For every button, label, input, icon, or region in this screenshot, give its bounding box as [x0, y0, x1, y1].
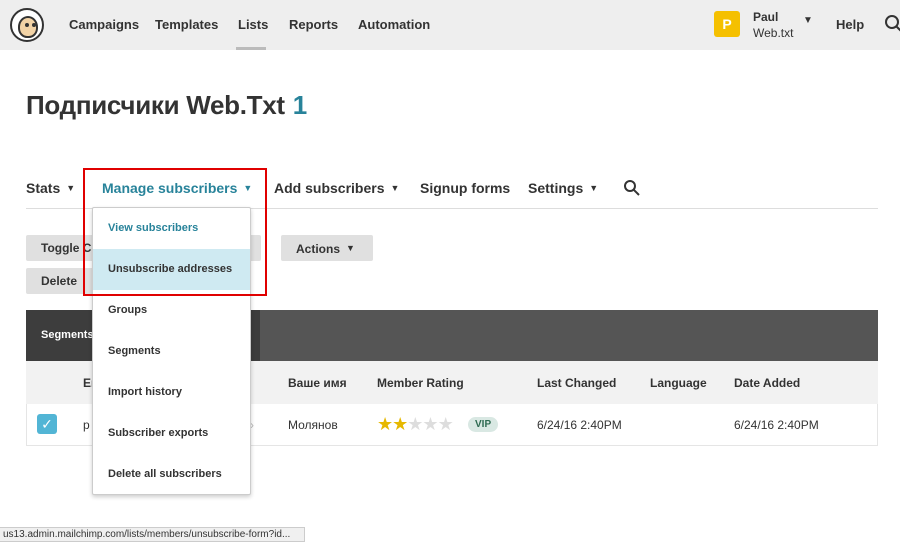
nav-lists[interactable]: Lists — [238, 17, 268, 32]
page-title: Подписчики Web.Txt 1 — [26, 90, 307, 121]
nav-active-indicator — [236, 47, 266, 50]
member-rating-stars: ★★★★★ — [377, 414, 454, 434]
menu-item-delete-all-subscribers[interactable]: Delete all subscribers — [93, 454, 250, 495]
subnav-settings[interactable]: Settings ▼ — [528, 180, 598, 196]
help-link[interactable]: Help — [836, 17, 864, 32]
actions-button[interactable]: Actions ▼ — [281, 235, 373, 261]
chevron-down-icon: ▼ — [390, 183, 400, 193]
segments-label[interactable]: Segments — [41, 329, 94, 341]
actions-label: Actions — [296, 242, 341, 256]
chevron-down-icon: ▼ — [66, 183, 76, 193]
nav-reports[interactable]: Reports — [289, 17, 338, 32]
menu-item-groups[interactable]: Groups — [93, 290, 250, 331]
subnav-signup-forms[interactable]: Signup forms — [420, 180, 510, 196]
subscriber-count: 1 — [292, 90, 307, 120]
menu-item-subscriber-exports[interactable]: Subscriber exports — [93, 413, 250, 454]
chevron-down-icon: ▼ — [589, 183, 599, 193]
star-empty-icon: ★ — [407, 414, 423, 434]
subnav-stats-label: Stats — [26, 180, 61, 196]
row-name: Молянов — [288, 418, 338, 432]
chevron-down-icon: ▼ — [346, 243, 355, 253]
manage-subscribers-menu: View subscribers Unsubscribe addresses G… — [92, 207, 251, 495]
subnav-manage-label: Manage subscribers — [102, 180, 238, 196]
mailchimp-logo-icon[interactable] — [10, 8, 44, 42]
menu-item-unsubscribe-addresses[interactable]: Unsubscribe addresses — [93, 249, 250, 290]
top-navigation-bar: Campaigns Templates Lists Reports Automa… — [0, 0, 900, 50]
nav-automation[interactable]: Automation — [358, 17, 430, 32]
row-checkbox[interactable]: ✓ — [37, 414, 57, 434]
menu-item-view-subscribers[interactable]: View subscribers — [93, 208, 250, 249]
chevron-down-icon: ▼ — [243, 183, 253, 193]
row-last-changed: 6/24/16 2:40PM — [537, 418, 622, 432]
subnav-add-subscribers[interactable]: Add subscribers ▼ — [274, 180, 399, 196]
browser-status-url: us13.admin.mailchimp.com/lists/members/u… — [0, 527, 305, 542]
row-email[interactable]: p — [83, 418, 90, 432]
column-date-added[interactable]: Date Added — [734, 376, 800, 390]
delete-button[interactable]: Delete — [26, 268, 96, 294]
user-account[interactable]: Web.txt — [753, 26, 793, 40]
subnav-add-label: Add subscribers — [274, 180, 385, 196]
star-empty-icon: ★ — [422, 414, 438, 434]
row-date-added: 6/24/16 2:40PM — [734, 418, 819, 432]
menu-item-import-history[interactable]: Import history — [93, 372, 250, 413]
star-empty-icon: ★ — [437, 414, 454, 434]
search-icon[interactable] — [623, 179, 641, 197]
column-member-rating[interactable]: Member Rating — [377, 376, 464, 390]
chevron-down-icon[interactable]: ▼ — [803, 15, 813, 26]
nav-templates[interactable]: Templates — [155, 17, 218, 32]
subnav-settings-label: Settings — [528, 180, 584, 196]
column-last-changed[interactable]: Last Changed — [537, 376, 616, 390]
star-filled-icon: ★ — [392, 414, 408, 434]
column-name[interactable]: Ваше имя — [288, 376, 347, 390]
menu-item-segments[interactable]: Segments — [93, 331, 250, 372]
nav-campaigns[interactable]: Campaigns — [69, 17, 139, 32]
vip-badge: VIP — [468, 417, 499, 432]
avatar[interactable]: P — [714, 11, 740, 37]
page-title-text: Подписчики Web.Txt — [26, 90, 285, 120]
column-language[interactable]: Language — [650, 376, 707, 390]
star-filled-icon: ★ — [377, 414, 393, 434]
search-icon[interactable] — [884, 14, 900, 34]
subnav-manage-subscribers[interactable]: Manage subscribers ▼ — [102, 180, 252, 196]
user-name[interactable]: Paul — [753, 10, 778, 24]
subnav-stats[interactable]: Stats ▼ — [26, 180, 75, 196]
